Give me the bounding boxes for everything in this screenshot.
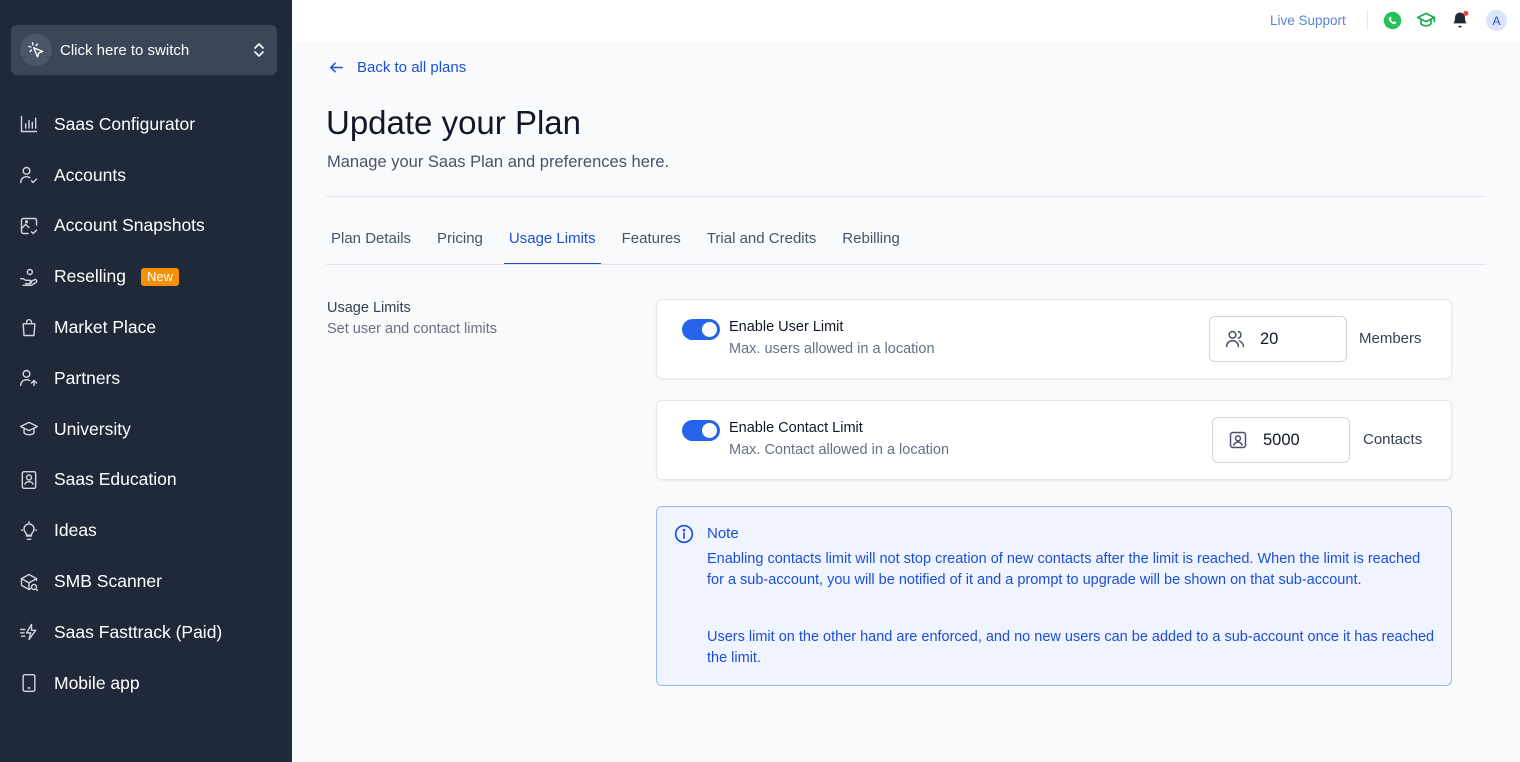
info-circle-icon — [674, 524, 694, 549]
plan-tabs: Plan Details Pricing Usage Limits Featur… — [326, 212, 921, 265]
sidebar-item-saas-configurator[interactable]: Saas Configurator — [0, 99, 292, 150]
sidebar-item-label: Ideas — [54, 520, 97, 541]
sidebar-item-smb-scanner[interactable]: SMB Scanner — [0, 556, 292, 607]
tab-trial-and-credits[interactable]: Trial and Credits — [702, 212, 821, 264]
zap-fast-icon — [18, 621, 40, 643]
new-badge: New — [140, 267, 179, 286]
section-title: Usage Limits — [327, 300, 411, 316]
note-paragraph: Users limit on the other hand are enforc… — [707, 629, 1435, 666]
tab-usage-limits[interactable]: Usage Limits — [503, 212, 601, 265]
sidebar-item-ideas[interactable]: Ideas — [0, 505, 292, 556]
sidebar-item-label: Account Snapshots — [54, 215, 205, 236]
section-description: Set user and contact limits — [327, 321, 498, 337]
sidebar-item-account-snapshots[interactable]: Account Snapshots — [0, 201, 292, 252]
users-check-icon — [18, 164, 40, 186]
book-user-icon — [18, 469, 40, 491]
tab-pricing[interactable]: Pricing — [432, 212, 488, 264]
contact-limit-input[interactable] — [1263, 430, 1333, 450]
note-title: Note — [707, 525, 739, 542]
contact-limit-toggle[interactable] — [682, 420, 720, 441]
sidebar-item-label: University — [54, 418, 131, 439]
hand-coins-icon — [18, 266, 40, 288]
page-title: Update your Plan — [326, 104, 581, 141]
contact-limit-description: Max. Contact allowed in a location — [729, 442, 950, 458]
pointer-click-icon — [20, 34, 52, 66]
sidebar-item-label: Saas Configurator — [54, 113, 196, 134]
phone-icon — [18, 672, 40, 694]
live-support-link[interactable]: Live Support — [1270, 13, 1346, 28]
divider — [326, 196, 1486, 197]
sidebar-item-market-place[interactable]: Market Place — [0, 302, 292, 353]
back-to-plans-link[interactable]: Back to all plans — [328, 59, 466, 76]
chevron-up-down-icon — [253, 42, 265, 58]
contact-limit-card: Enable Contact Limit Max. Contact allowe… — [656, 400, 1452, 480]
toggle-knob — [702, 423, 717, 438]
package-search-icon — [18, 571, 40, 593]
sidebar-item-university[interactable]: University — [0, 404, 292, 455]
sidebar-item-saas-education[interactable]: Saas Education — [0, 455, 292, 506]
tab-plan-details[interactable]: Plan Details — [326, 212, 416, 264]
contact-limit-field[interactable] — [1212, 417, 1350, 463]
shopping-bag-icon — [18, 317, 40, 339]
lightbulb-icon — [18, 520, 40, 542]
sidebar-item-label: Accounts — [54, 164, 126, 185]
graduation-cap-icon — [18, 418, 40, 440]
sidebar-item-label: Market Place — [54, 317, 157, 338]
user-limit-field[interactable] — [1209, 316, 1347, 362]
back-link-label: Back to all plans — [357, 59, 467, 76]
note-paragraph: Enabling contacts limit will not stop cr… — [707, 551, 1421, 588]
user-limit-toggle[interactable] — [682, 319, 720, 340]
top-bar: Live Support A — [292, 0, 1520, 42]
divider — [326, 264, 1486, 265]
sidebar-item-reselling[interactable]: Reselling New — [0, 251, 292, 302]
toggle-knob — [702, 322, 717, 337]
avatar[interactable]: A — [1486, 10, 1507, 31]
sidebar-item-label: Reselling — [54, 266, 126, 287]
contact-limit-unit: Contacts — [1363, 431, 1423, 448]
bar-chart-icon — [18, 113, 40, 135]
switcher-label: Click here to switch — [60, 41, 190, 59]
sidebar-item-accounts[interactable]: Accounts — [0, 150, 292, 201]
tab-rebilling[interactable]: Rebilling — [837, 212, 905, 264]
sidebar-item-label: Saas Fasttrack (Paid) — [54, 621, 223, 642]
users-arrow-icon — [18, 367, 40, 389]
tab-features[interactable]: Features — [617, 212, 686, 264]
users-icon — [1224, 328, 1246, 350]
graduation-cap-icon[interactable] — [1416, 10, 1436, 30]
contact-card-icon — [1227, 429, 1249, 451]
sidebar-item-saas-fasttrack[interactable]: Saas Fasttrack (Paid) — [0, 607, 292, 658]
divider — [1367, 10, 1368, 30]
sidebar-nav: Saas Configurator Accounts Account Snaps… — [0, 99, 292, 709]
whatsapp-icon[interactable] — [1382, 10, 1402, 30]
user-limit-card: Enable User Limit Max. users allowed in … — [656, 299, 1452, 379]
snapshot-icon — [18, 215, 40, 237]
user-limit-unit: Members — [1359, 330, 1422, 347]
sidebar: Click here to switch Saas Configurator A… — [0, 0, 292, 762]
sidebar-item-label: SMB Scanner — [54, 571, 162, 592]
account-switcher-button[interactable]: Click here to switch — [11, 25, 277, 75]
sidebar-item-label: Partners — [54, 367, 121, 388]
user-limit-description: Max. users allowed in a location — [729, 341, 935, 357]
user-limit-title: Enable User Limit — [729, 319, 844, 335]
sidebar-item-label: Saas Education — [54, 469, 177, 490]
arrow-left-icon — [328, 59, 345, 76]
sidebar-item-label: Mobile app — [54, 672, 140, 693]
notification-bell-icon[interactable] — [1450, 10, 1470, 30]
limits-note: Note Enabling contacts limit will not st… — [656, 506, 1452, 686]
contact-limit-title: Enable Contact Limit — [729, 420, 863, 436]
page-subtitle: Manage your Saas Plan and preferences he… — [327, 153, 670, 171]
sidebar-item-mobile-app[interactable]: Mobile app — [0, 658, 292, 709]
user-limit-input[interactable] — [1260, 329, 1330, 349]
sidebar-item-partners[interactable]: Partners — [0, 353, 292, 404]
